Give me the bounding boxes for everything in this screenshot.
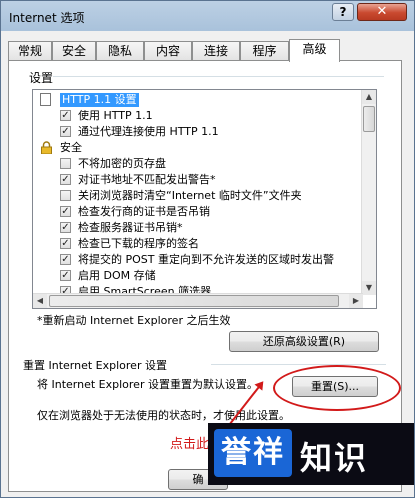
list-item-label: 不将加密的页存盘 — [78, 157, 166, 170]
checkbox-unchecked[interactable] — [60, 158, 71, 169]
checkbox-checked[interactable]: ✓ — [60, 126, 71, 137]
checkbox-checked[interactable]: ✓ — [60, 110, 71, 121]
list-item-label: 检查已下载的程序的签名 — [78, 237, 199, 250]
checkbox-checked[interactable]: ✓ — [60, 222, 71, 233]
close-button[interactable]: ✕ — [357, 3, 407, 21]
annotation-ellipse — [273, 365, 401, 411]
title-bar: Internet 选项 ? ✕ — [1, 1, 414, 31]
tab-advanced[interactable]: 高级 — [289, 39, 340, 62]
reset-group-divider — [211, 364, 386, 365]
page-icon — [40, 93, 51, 106]
tab-privacy[interactable]: 隐私 — [96, 41, 144, 60]
checkbox-checked[interactable]: ✓ — [60, 238, 71, 249]
list-item-label: 检查发行商的证书是否吊销 — [78, 205, 210, 218]
list-item-label: 将提交的 POST 重定向到不允许发送的区域时发出警 — [78, 253, 334, 266]
restart-note: *重新启动 Internet Explorer 之后生效 — [37, 314, 231, 327]
list-item-label: 启用 DOM 存储 — [78, 269, 156, 282]
annotation-hint: 点击此 — [170, 437, 210, 452]
checkbox-checked[interactable]: ✓ — [60, 270, 71, 281]
reset-description: 将 Internet Explorer 设置重置为默认设置。 — [37, 378, 258, 391]
help-button[interactable]: ? — [332, 3, 354, 21]
horizontal-scrollbar[interactable]: ◀ ▶ — [33, 293, 363, 308]
lock-icon — [41, 141, 52, 154]
advanced-settings-list[interactable]: HTTP 1.1 设置 ✓ 使用 HTTP 1.1 ✓ 通过代理连接使用 HTT… — [32, 89, 377, 309]
list-item-label: 安全 — [60, 141, 82, 154]
tab-connections[interactable]: 连接 — [192, 41, 240, 60]
tab-security[interactable]: 安全 — [52, 41, 96, 60]
scroll-down-icon[interactable]: ▼ — [362, 281, 376, 295]
scroll-left-icon[interactable]: ◀ — [33, 294, 47, 308]
settings-group-label: 设置 — [29, 71, 54, 85]
checkbox-checked[interactable]: ✓ — [60, 254, 71, 265]
tab-programs[interactable]: 程序 — [240, 41, 289, 60]
vertical-scrollbar[interactable]: ▲ ▼ — [361, 90, 376, 295]
reset-group-label: 重置 Internet Explorer 设置 — [23, 359, 167, 372]
checkbox-unchecked[interactable] — [60, 190, 71, 201]
watermark-logo: 誉祥 知识 — [208, 423, 414, 485]
horizontal-scroll-thumb[interactable] — [49, 295, 339, 307]
restore-advanced-settings-button[interactable]: 还原高级设置(R) — [229, 331, 379, 352]
list-item-label: 关闭浏览器时清空“Internet 临时文件”文件夹 — [78, 189, 302, 202]
window-title: Internet 选项 — [9, 11, 85, 25]
list-item-label: 检查服务器证书吊销* — [78, 221, 183, 234]
internet-options-dialog: Internet 选项 ? ✕ 常规 安全 隐私 内容 连接 程序 高级 设置 … — [0, 0, 415, 498]
list-item-label: 对证书地址不匹配发出警告* — [78, 173, 216, 186]
tab-general[interactable]: 常规 — [8, 41, 52, 60]
list-item-label: HTTP 1.1 设置 — [60, 93, 139, 107]
reset-note: 仅在浏览器处于无法使用的状态时，才使用此设置。 — [37, 409, 290, 422]
scroll-right-icon[interactable]: ▶ — [349, 294, 363, 308]
watermark-text: 知识 — [300, 439, 369, 477]
vertical-scroll-thumb[interactable] — [363, 106, 375, 132]
checkbox-checked[interactable]: ✓ — [60, 206, 71, 217]
scroll-up-icon[interactable]: ▲ — [362, 90, 376, 104]
checkbox-checked[interactable]: ✓ — [60, 174, 71, 185]
list-item-label: 使用 HTTP 1.1 — [78, 109, 153, 122]
tab-content[interactable]: 内容 — [144, 41, 192, 60]
ok-button-label: 确 — [192, 473, 204, 486]
list-item-label: 通过代理连接使用 HTTP 1.1 — [78, 125, 219, 138]
watermark-badge: 誉祥 — [214, 429, 292, 477]
settings-group-divider — [53, 76, 384, 77]
